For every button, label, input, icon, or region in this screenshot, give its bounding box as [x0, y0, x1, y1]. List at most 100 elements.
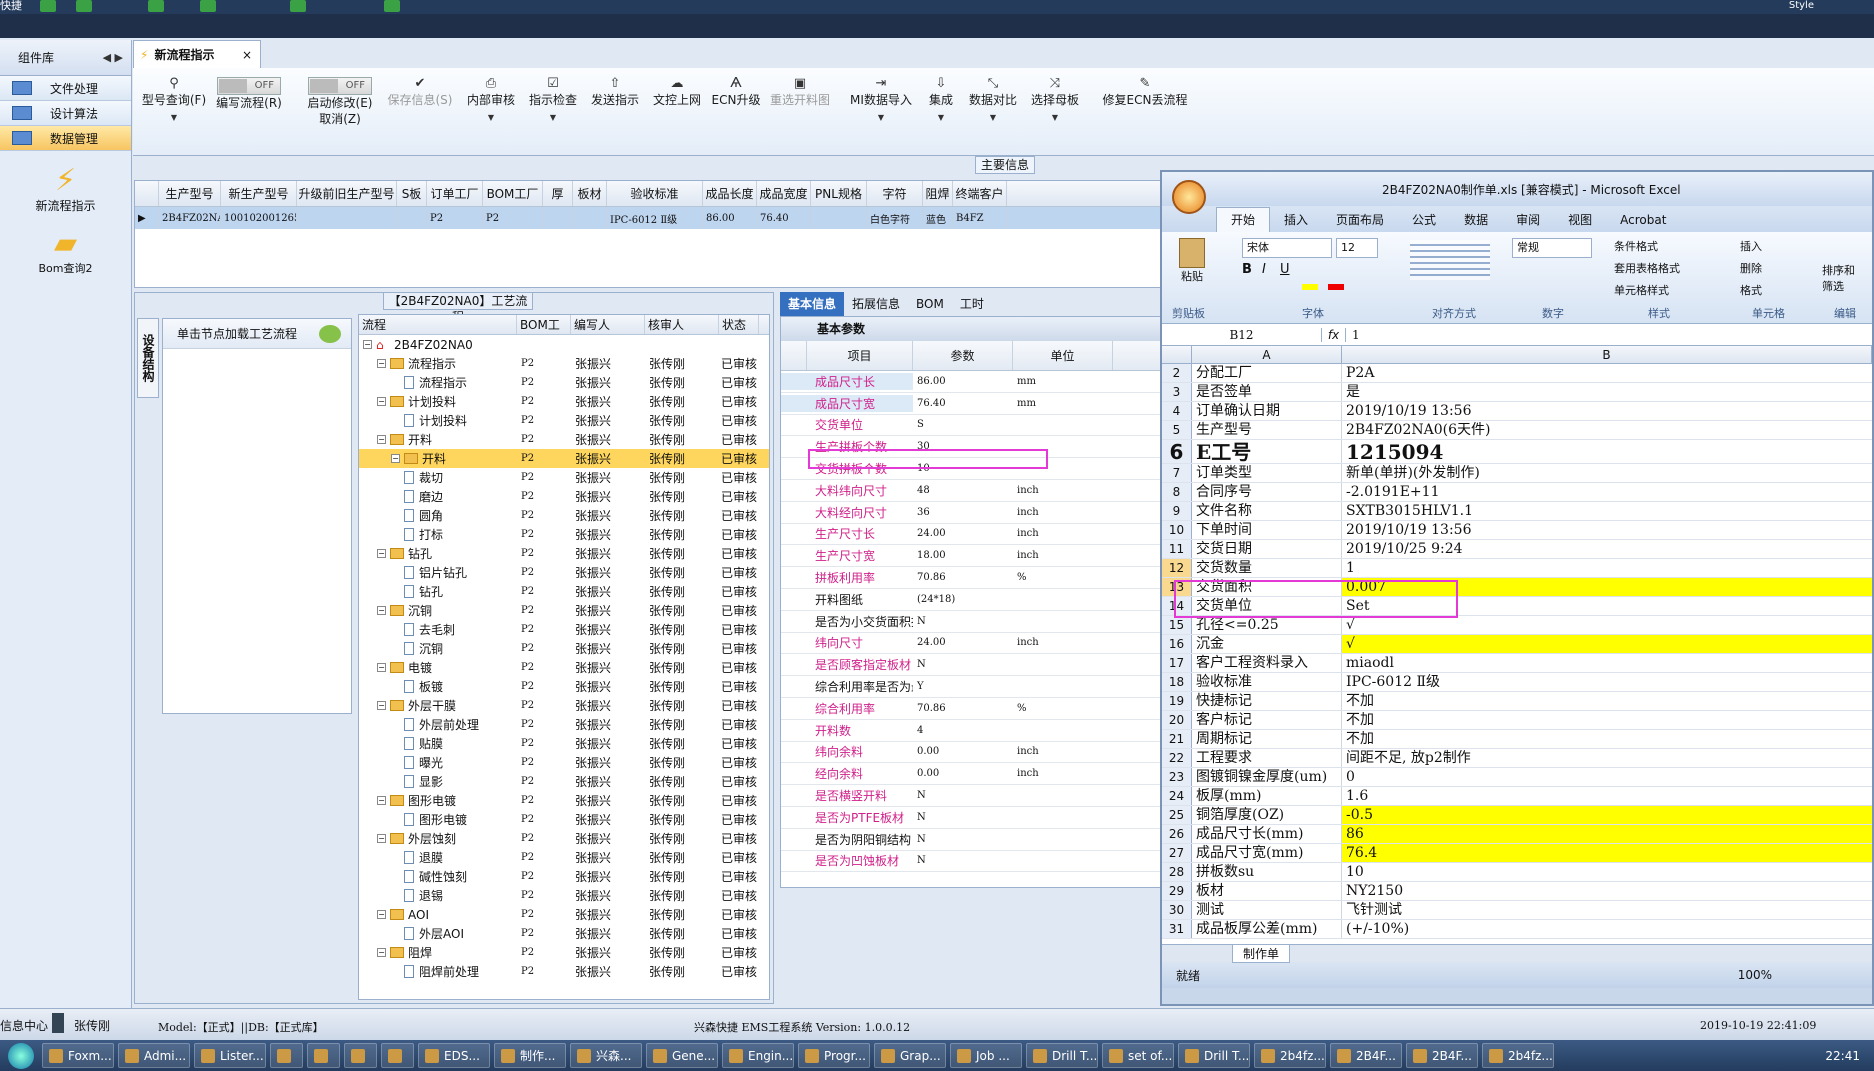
tree-node[interactable]: − 流程指示: [359, 355, 517, 372]
vertical-tab-structure[interactable]: 设备结构: [137, 318, 159, 398]
tree-column-header[interactable]: 流程: [359, 315, 517, 334]
conditional-format-button[interactable]: 条件格式: [1614, 238, 1658, 254]
param-column-header[interactable]: 参数: [913, 341, 1013, 370]
tree-row[interactable]: 流程指示 P2 张振兴 张传刚 已审核: [359, 373, 769, 392]
column-header[interactable]: 终端客户: [953, 181, 1007, 206]
font-color-icon[interactable]: [1328, 284, 1344, 290]
tree-row[interactable]: 沉铜 P2 张振兴 张传刚 已审核: [359, 639, 769, 658]
taskbar-item[interactable]: Drill T...: [1178, 1043, 1250, 1068]
param-column-header[interactable]: 项目: [807, 341, 913, 370]
tree-node[interactable]: 碱性蚀刻: [359, 868, 517, 885]
nav-item-algorithm[interactable]: 设计算法: [0, 101, 131, 126]
param-tab[interactable]: BOM: [908, 292, 952, 316]
cell-a[interactable]: 成品尺寸长(mm): [1192, 825, 1342, 843]
cell-a[interactable]: 工程要求: [1192, 749, 1342, 767]
taskbar-item[interactable]: Engin...: [722, 1043, 794, 1068]
compare-button[interactable]: ⤡ 数据对比 ▼: [965, 76, 1021, 126]
bom-query-button[interactable]: ▰ Bom查询2: [0, 228, 131, 276]
excel-tab[interactable]: 插入: [1270, 208, 1322, 232]
cell-b[interactable]: 1215094: [1342, 440, 1872, 463]
row-number[interactable]: 28: [1162, 863, 1192, 881]
tree-node[interactable]: − 开料: [359, 431, 517, 448]
formula-input[interactable]: 1: [1346, 328, 1360, 342]
column-header[interactable]: 订单工厂: [427, 181, 483, 206]
cell-style-button[interactable]: 单元格样式: [1614, 282, 1669, 298]
tree-row[interactable]: 打标 P2 张振兴 张传刚 已审核: [359, 525, 769, 544]
nav-item-file[interactable]: 文件处理: [0, 76, 131, 101]
cell-b[interactable]: P2A: [1342, 364, 1872, 382]
column-header[interactable]: 厚: [543, 181, 573, 206]
grid-cell[interactable]: 10010200126575: [221, 207, 297, 229]
param-row[interactable]: 是否为阴阳铜结构 N: [781, 829, 1164, 851]
tree-row[interactable]: − ⌂ 2B4FZ02NA0: [359, 335, 769, 354]
column-header[interactable]: 生产型号: [159, 181, 221, 206]
expand-collapse-icon[interactable]: −: [377, 359, 386, 368]
cell-b[interactable]: 飞针测试: [1342, 901, 1872, 919]
name-box[interactable]: B12: [1162, 327, 1322, 342]
param-tab[interactable]: 工时: [952, 292, 992, 316]
param-value[interactable]: 70.86: [913, 572, 1013, 583]
column-header[interactable]: 新生产型号: [221, 181, 297, 206]
tree-node[interactable]: 钻孔: [359, 583, 517, 600]
taskbar-item[interactable]: EDS...: [418, 1043, 490, 1068]
excel-tab[interactable]: 开始: [1216, 207, 1271, 232]
param-row[interactable]: 生产尺寸长 24.00 inch: [781, 524, 1164, 546]
user-icon[interactable]: [384, 0, 400, 12]
tree-row[interactable]: 曝光 P2 张振兴 张传刚 已审核: [359, 753, 769, 772]
insert-cells-button[interactable]: 插入: [1740, 238, 1762, 254]
table-format-button[interactable]: 套用表格格式: [1614, 260, 1680, 276]
expand-collapse-icon[interactable]: −: [377, 435, 386, 444]
param-value[interactable]: 48: [913, 485, 1013, 496]
cell-b[interactable]: 是: [1342, 383, 1872, 401]
param-row[interactable]: 成品尺寸长 86.00 mm: [781, 371, 1164, 393]
taskbar-item[interactable]: [270, 1043, 303, 1068]
grid-cell[interactable]: 蓝色: [923, 207, 953, 229]
tree-node[interactable]: − 图形电镀: [359, 792, 517, 809]
tree-node[interactable]: 阻焊前处理: [359, 963, 517, 980]
start-button[interactable]: [8, 1042, 34, 1069]
toggle-switch[interactable]: OFF: [217, 77, 281, 95]
grid-cell[interactable]: B4FZ: [953, 207, 1007, 229]
param-value[interactable]: 24.00: [913, 528, 1013, 539]
param-row[interactable]: 开料图纸 (24*18): [781, 589, 1164, 611]
tree-node[interactable]: 沉铜: [359, 640, 517, 657]
tree-row[interactable]: 碱性蚀刻 P2 张振兴 张传刚 已审核: [359, 867, 769, 886]
tree-node[interactable]: − 开料: [359, 450, 517, 467]
cell-a[interactable]: 拼板数su: [1192, 863, 1342, 881]
cell-a[interactable]: 交货日期: [1192, 540, 1342, 558]
export-icon[interactable]: [290, 0, 306, 12]
grid-cell[interactable]: 86.00: [703, 207, 757, 229]
cell-a[interactable]: 成品板厚公差(mm): [1192, 920, 1342, 938]
taskbar-item[interactable]: Lister...: [194, 1043, 266, 1068]
style-menu[interactable]: Style: [1789, 0, 1814, 11]
param-row[interactable]: 开料数 4: [781, 720, 1164, 742]
row-number[interactable]: 8: [1162, 483, 1192, 501]
param-row[interactable]: 大料纬向尺寸 48 inch: [781, 480, 1164, 502]
internal-review-button[interactable]: ⎙ 内部审核 ▼: [463, 76, 519, 126]
doc-upload-button[interactable]: ☁ 文控上网: [649, 76, 705, 108]
column-header[interactable]: 升级前旧生产型号: [297, 181, 397, 206]
expand-collapse-icon[interactable]: −: [377, 663, 386, 672]
row-number[interactable]: 26: [1162, 825, 1192, 843]
column-header[interactable]: 成品长度: [703, 181, 757, 206]
column-header[interactable]: 验收标准: [607, 181, 703, 206]
cell-a[interactable]: 孔径<=0.25: [1192, 616, 1342, 634]
refresh-icon[interactable]: [76, 0, 92, 12]
taskbar-item[interactable]: 2b4fz...: [1482, 1043, 1554, 1068]
expand-collapse-icon[interactable]: −: [377, 834, 386, 843]
expand-collapse-icon[interactable]: −: [377, 397, 386, 406]
taskbar-item[interactable]: Drill T...: [1026, 1043, 1098, 1068]
cell-b[interactable]: SXTB3015HLV1.1: [1342, 502, 1872, 520]
integrate-button[interactable]: ⇩ 集成 ▼: [921, 76, 961, 126]
taskbar-item[interactable]: Gene...: [646, 1043, 718, 1068]
column-header[interactable]: 成品宽度: [757, 181, 811, 206]
number-format-select[interactable]: 常规: [1512, 238, 1592, 258]
expand-collapse-icon[interactable]: −: [391, 454, 400, 463]
row-number[interactable]: 24: [1162, 787, 1192, 805]
param-value[interactable]: S: [913, 419, 1013, 430]
tree-node[interactable]: 磨边: [359, 488, 517, 505]
tree-column-header[interactable]: 核审人: [645, 315, 719, 334]
cell-a[interactable]: 图镀铜镍金厚度(um): [1192, 768, 1342, 786]
tree-node[interactable]: − ⌂ 2B4FZ02NA0: [359, 338, 517, 352]
param-row[interactable]: 纬向尺寸 24.00 inch: [781, 633, 1164, 655]
